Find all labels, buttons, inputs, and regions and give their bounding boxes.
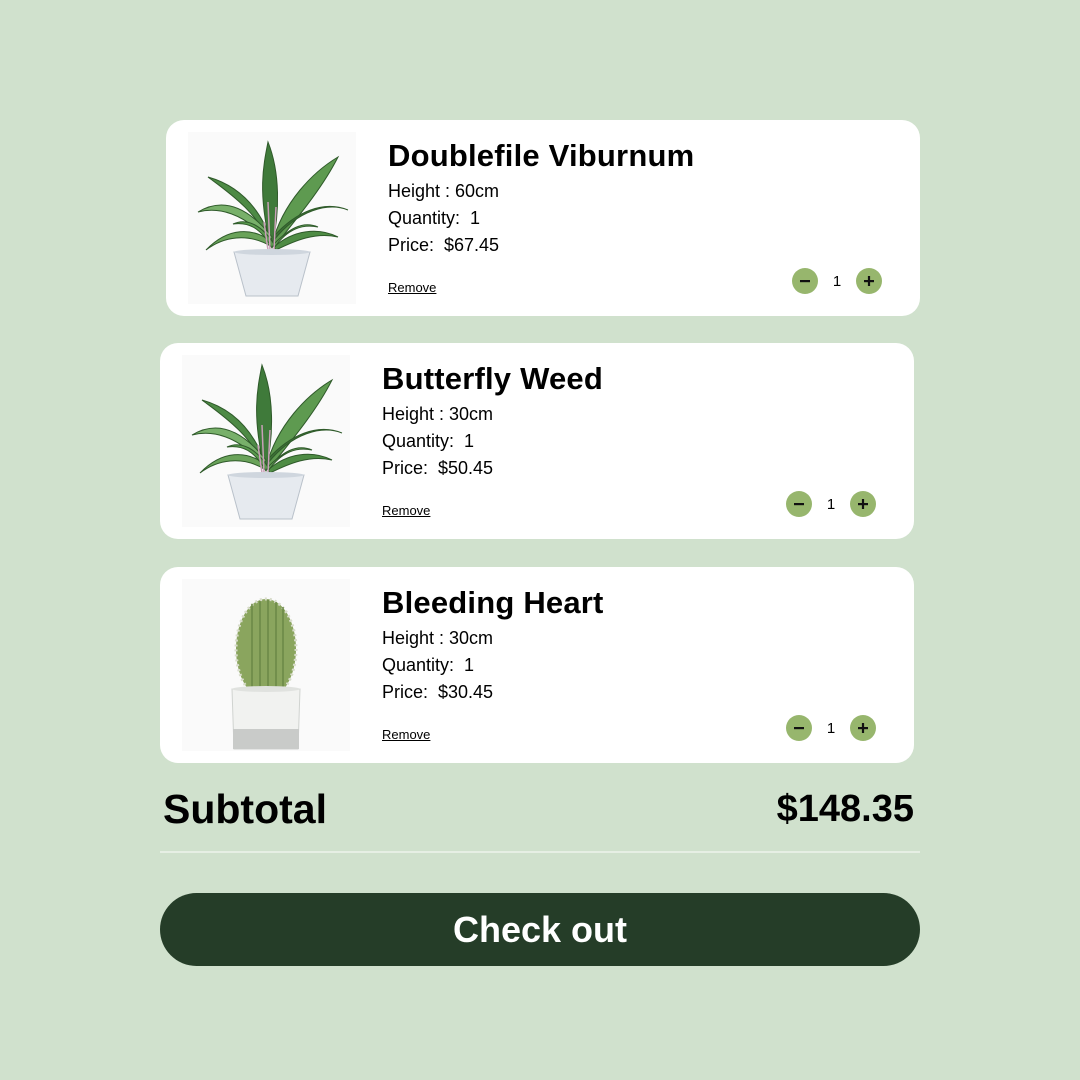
item-height: Height : 30cm xyxy=(382,628,494,648)
subtotal-value: $148.35 xyxy=(776,788,914,830)
item-name: Bleeding Heart xyxy=(382,585,604,620)
increment-button[interactable] xyxy=(850,715,876,741)
item-details: Butterfly Weed Height : 30cm Quantity: 1… xyxy=(382,361,603,482)
decrement-button[interactable] xyxy=(786,491,812,517)
increment-button[interactable] xyxy=(850,491,876,517)
cart-item: Bleeding Heart Height : 30cm Quantity: 1… xyxy=(160,567,914,763)
quantity-value: 1 xyxy=(832,272,842,290)
item-details: Bleeding Heart Height : 30cm Quantity: 1… xyxy=(382,585,604,706)
minus-icon xyxy=(794,503,804,506)
quantity-value: 1 xyxy=(826,495,836,513)
subtotal-label: Subtotal xyxy=(163,786,327,832)
item-details: Doublefile Viburnum Height : 60cm Quanti… xyxy=(388,138,694,259)
item-price: Price: $50.45 xyxy=(382,458,494,478)
remove-link[interactable]: Remove xyxy=(382,503,430,518)
decrement-button[interactable] xyxy=(792,268,818,294)
potted-cactus-icon xyxy=(231,597,301,750)
quantity-value: 1 xyxy=(826,719,836,737)
product-image xyxy=(188,132,356,304)
product-image xyxy=(182,579,350,751)
item-name: Butterfly Weed xyxy=(382,361,603,396)
item-height: Height : 60cm xyxy=(388,181,500,201)
cart-item: Doublefile Viburnum Height : 60cm Quanti… xyxy=(166,120,920,316)
quantity-stepper: 1 xyxy=(786,715,876,741)
potted-plant-icon xyxy=(191,363,343,520)
item-quantity: Quantity: 1 xyxy=(382,431,475,451)
cart-item: Butterfly Weed Height : 30cm Quantity: 1… xyxy=(160,343,914,539)
item-quantity: Quantity: 1 xyxy=(388,208,481,228)
item-price: Price: $67.45 xyxy=(388,235,500,255)
quantity-stepper: 1 xyxy=(792,268,882,294)
remove-link[interactable]: Remove xyxy=(382,727,430,742)
product-image xyxy=(182,355,350,527)
item-name: Doublefile Viburnum xyxy=(388,138,695,173)
checkout-button[interactable]: Check out xyxy=(160,893,920,966)
potted-plant-icon xyxy=(197,140,349,297)
minus-icon xyxy=(794,727,804,730)
item-quantity: Quantity: 1 xyxy=(382,655,475,675)
plus-icon xyxy=(858,723,868,733)
decrement-button[interactable] xyxy=(786,715,812,741)
item-price: Price: $30.45 xyxy=(382,682,494,702)
quantity-stepper: 1 xyxy=(786,491,876,517)
item-height: Height : 30cm xyxy=(382,404,494,424)
remove-link[interactable]: Remove xyxy=(388,280,436,295)
increment-button[interactable] xyxy=(856,268,882,294)
divider xyxy=(160,851,920,853)
plus-icon xyxy=(858,499,868,509)
plus-icon xyxy=(864,276,874,286)
minus-icon xyxy=(800,280,810,283)
